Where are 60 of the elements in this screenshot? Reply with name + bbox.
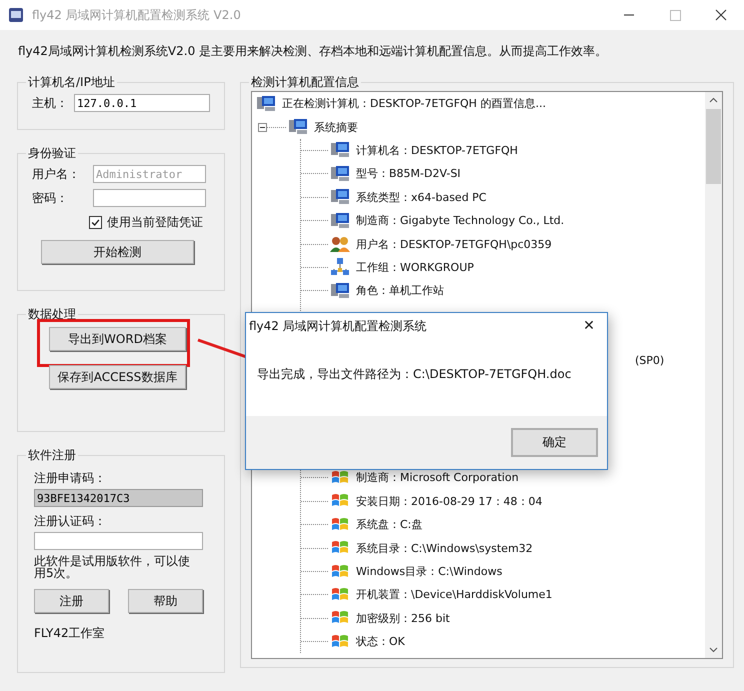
tree-item[interactable]: 系统类型：x64-based PC: [356, 190, 486, 205]
request-code-label: 注册申请码：: [33, 470, 107, 487]
password-field[interactable]: [93, 189, 206, 207]
tree-item[interactable]: 正在检测计算机：DESKTOP-7ETGFQH 的酉置信息...: [282, 96, 546, 112]
group-title: 软件注册: [27, 447, 77, 464]
start-detect-button[interactable]: 开始检测: [41, 240, 194, 264]
tree-item[interactable]: 角色：单机工作站: [356, 283, 444, 298]
tree-item[interactable]: 开机装置：\Device\HarddiskVolume1: [356, 587, 552, 602]
computer-icon: [256, 94, 276, 113]
users-icon: [330, 235, 350, 254]
ok-button[interactable]: 确定: [511, 428, 598, 457]
tree-item[interactable]: 安装日期：2016-08-29 17：48：04: [356, 494, 542, 509]
tree-item[interactable]: 用户名：DESKTOP-7ETGFQH\pc0359: [356, 236, 552, 252]
computer-icon: [330, 164, 350, 183]
scroll-thumb[interactable]: [706, 109, 721, 184]
tree-item[interactable]: 系统目录：C:\Windows\system32: [356, 540, 533, 556]
request-code-field[interactable]: 93BFE1342017C3: [34, 489, 203, 507]
collapse-toggle[interactable]: [258, 122, 267, 132]
password-label: 密码：: [31, 190, 69, 206]
tree-item[interactable]: 制造商：Microsoft Corporation: [356, 470, 519, 486]
tree-item-text: (SP0): [635, 354, 664, 368]
tree-item[interactable]: 工作组：WORKGROUP: [356, 260, 474, 275]
host-field[interactable]: 127.0.0.1: [74, 94, 210, 112]
auth-code-field[interactable]: [34, 532, 203, 550]
computer-icon: [330, 141, 350, 160]
dialog-message: 导出完成，导出文件路径为：C:\DESKTOP-7ETGFQH.doc: [256, 366, 572, 383]
tree-item[interactable]: 系统盘：C:盘: [356, 517, 422, 532]
group-title: 计算机名/IP地址: [27, 74, 116, 91]
close-button[interactable]: ✕: [571, 313, 607, 339]
computer-icon: [330, 212, 350, 230]
host-label: 主机：: [31, 94, 69, 112]
tree-item[interactable]: 加密级别：256 bit: [356, 610, 450, 626]
window-title: fly42 局域网计算机配置检测系统 V2.0: [32, 6, 241, 24]
trial-notice: 此软件是试用版软件，可以使用5次。: [33, 553, 191, 579]
tree-item[interactable]: 制造商：Gigabyte Technology Co., Ltd.: [356, 213, 564, 228]
group-title: 数据处理: [27, 306, 77, 323]
computer-icon: [330, 282, 350, 300]
description-text: fly42局域网计算机检测系统V2.0 是主要用来解决检测、存档本地和远端计算机配置信息。从而提高工作效率。: [17, 43, 608, 60]
register-button[interactable]: 注册: [34, 589, 109, 613]
app-icon: [8, 7, 24, 23]
export-button[interactable]: 导出到WORD档案: [49, 327, 186, 351]
help-button[interactable]: 帮助: [128, 589, 203, 613]
studio-label: FLY42工作室: [33, 625, 106, 642]
scrollbar[interactable]: [705, 92, 722, 658]
tree-item[interactable]: 状态：OK: [356, 634, 405, 650]
username-label: 用户名：: [31, 166, 81, 182]
network-icon: [330, 258, 350, 276]
tree-item[interactable]: Windows目录：C:\Windows: [356, 564, 502, 579]
save-button[interactable]: 保存到ACCESS数据库: [49, 365, 186, 389]
group-title: 身份验证: [27, 145, 77, 162]
group-title: 检测计算机配置信息: [250, 74, 360, 91]
tree-item[interactable]: 型号：B85M-D2V-SI: [356, 166, 461, 182]
tree-item[interactable]: 计算机名：DESKTOP-7ETGFQH: [356, 142, 518, 158]
checkbox-label: 使用当前登陆凭证: [107, 214, 203, 230]
computer-icon: [288, 118, 308, 136]
computer-icon: [330, 188, 350, 206]
checkbox[interactable]: [89, 216, 102, 228]
auth-code-label: 注册认证码：: [33, 513, 107, 530]
dialog-title: fly42 局域网计算机配置检测系统: [249, 318, 427, 334]
tree-item[interactable]: 系统摘要: [314, 120, 358, 135]
